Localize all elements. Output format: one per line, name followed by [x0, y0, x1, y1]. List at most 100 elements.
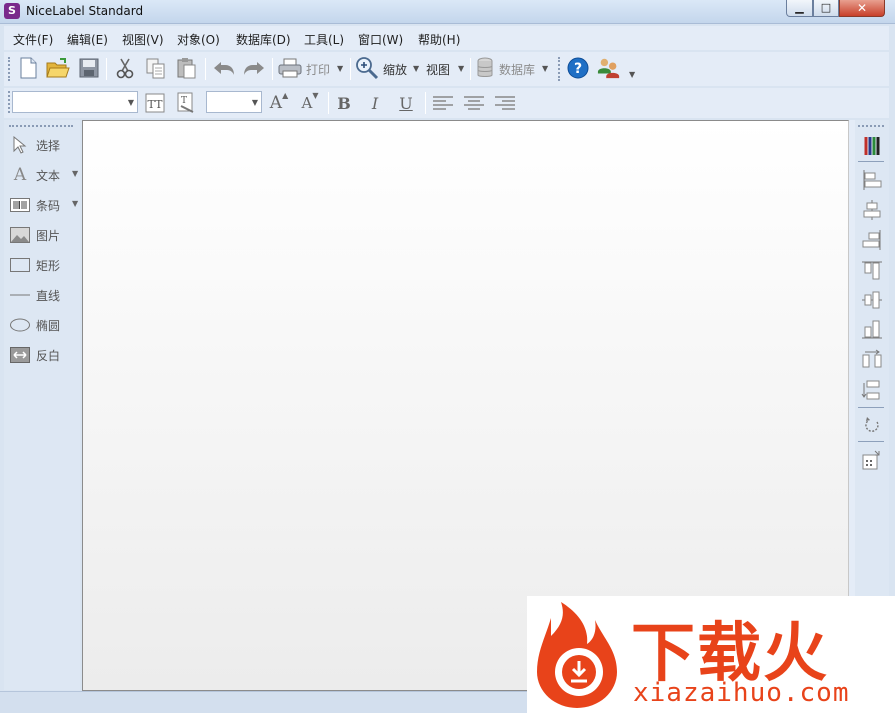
distribute-vertical-button[interactable] [859, 377, 885, 403]
pointer-icon [10, 136, 30, 154]
tool-label: 椭圆 [36, 319, 61, 333]
shrink-font-icon: A [301, 94, 313, 112]
zoom-button[interactable] [355, 56, 379, 80]
print-label[interactable]: 打印 [306, 61, 330, 78]
text-frame-button[interactable]: TT [143, 91, 167, 115]
align-bottom-edges-icon [862, 320, 882, 339]
align-right-edges-button[interactable] [859, 227, 885, 253]
tool-label: 矩形 [36, 259, 61, 273]
tool-text[interactable]: A 文本 ▼ [10, 164, 80, 186]
rotate-button[interactable] [859, 413, 885, 439]
rotate-icon [865, 417, 879, 432]
toolbar-grip[interactable] [8, 91, 10, 113]
maximize-button[interactable]: □ [813, 0, 839, 17]
align-left-icon [433, 96, 453, 110]
overflow-dropdown-icon[interactable]: ▼ [629, 70, 635, 79]
tool-line[interactable]: 直线 [10, 284, 80, 306]
database-label[interactable]: 数据库 [499, 61, 535, 78]
panel-grip[interactable] [9, 125, 73, 127]
toolbar-separator [205, 58, 206, 80]
italic-icon: I [371, 93, 379, 113]
zoom-dropdown-icon[interactable]: ▼ [413, 64, 419, 73]
toolbar-grip[interactable] [8, 57, 10, 81]
text-style-button[interactable]: T [174, 91, 198, 115]
menu-object[interactable]: 对象(O) [177, 31, 220, 48]
database-dropdown-icon[interactable]: ▼ [542, 64, 548, 73]
chevron-down-icon[interactable]: ▼ [72, 199, 78, 208]
users-button[interactable] [597, 56, 621, 80]
distribute-vertical-icon [861, 380, 880, 400]
database-button[interactable] [473, 56, 497, 80]
align-left-edges-button[interactable] [859, 167, 885, 193]
tool-barcode[interactable]: 条码 ▼ [10, 194, 80, 216]
menu-tools[interactable]: 工具(L) [304, 31, 344, 48]
color-pens-button[interactable] [859, 133, 885, 159]
shrink-font-button[interactable]: A ▼ [298, 91, 322, 115]
align-vertical-center-button[interactable] [859, 287, 885, 313]
menu-edit[interactable]: 编辑(E) [67, 31, 108, 48]
bold-button[interactable]: B [332, 91, 356, 115]
minimize-button[interactable]: ▁ [786, 0, 813, 17]
close-icon: ✕ [856, 1, 868, 15]
font-name-combo[interactable]: ▼ [12, 91, 138, 113]
menu-help[interactable]: 帮助(H) [418, 31, 460, 48]
tool-ellipse[interactable]: 椭圆 [10, 314, 80, 336]
printer-icon [278, 58, 302, 78]
format-toolbar: ▼ TT T ▼ A ▲ A ▼ B I U [4, 88, 889, 118]
grow-font-button[interactable]: A ▲ [267, 91, 291, 115]
toolbar-separator [328, 92, 329, 114]
font-size-combo[interactable]: ▼ [206, 91, 262, 113]
new-file-icon [20, 57, 37, 79]
underline-icon: U [399, 93, 413, 113]
align-left-button[interactable] [431, 91, 455, 115]
tool-inverse[interactable]: 反白 [10, 344, 80, 366]
chevron-down-icon[interactable]: ▼ [72, 169, 78, 178]
align-bottom-edges-button[interactable] [859, 317, 885, 343]
close-button[interactable]: ✕ [839, 0, 885, 17]
cut-button[interactable] [113, 56, 137, 80]
print-button[interactable] [278, 56, 302, 80]
align-center-button[interactable] [462, 91, 486, 115]
open-folder-icon [46, 58, 70, 78]
panel-separator [858, 441, 884, 442]
menu-file[interactable]: 文件(F) [13, 31, 53, 48]
undo-button[interactable] [212, 56, 236, 80]
distribute-horizontal-button[interactable] [859, 347, 885, 373]
print-dropdown-icon[interactable]: ▼ [337, 64, 343, 73]
save-button[interactable] [77, 56, 101, 80]
italic-button[interactable]: I [363, 91, 387, 115]
toolbar-grip[interactable] [558, 57, 560, 81]
help-button[interactable]: ? [566, 56, 590, 80]
help-icon: ? [567, 57, 589, 79]
menu-database[interactable]: 数据库(D) [236, 31, 291, 48]
copy-icon [146, 58, 165, 79]
align-right-button[interactable] [493, 91, 517, 115]
view-label[interactable]: 视图 [426, 61, 450, 78]
underline-button[interactable]: U [394, 91, 418, 115]
align-horizontal-center-button[interactable] [859, 197, 885, 223]
new-file-button[interactable] [16, 56, 40, 80]
paste-button[interactable] [175, 56, 199, 80]
align-top-edges-button[interactable] [859, 257, 885, 283]
redo-button[interactable] [242, 56, 266, 80]
menu-window[interactable]: 窗口(W) [358, 31, 403, 48]
toolbar-separator [425, 92, 426, 114]
tool-label: 反白 [36, 349, 61, 363]
view-dropdown-icon[interactable]: ▼ [458, 64, 464, 73]
open-button[interactable] [46, 56, 70, 80]
tool-select[interactable]: 选择 [10, 134, 80, 156]
bold-icon: B [337, 93, 351, 113]
tool-rectangle[interactable]: 矩形 [10, 254, 80, 276]
panel-separator [858, 161, 884, 162]
copy-button[interactable] [144, 56, 168, 80]
tool-picture[interactable]: 图片 [10, 224, 80, 246]
object-properties-button[interactable] [859, 447, 885, 473]
watermark-overlay: 下载火 xiazaihuo.com [527, 596, 895, 713]
zoom-label[interactable]: 缩放 [383, 61, 407, 78]
menu-view[interactable]: 视图(V) [122, 31, 164, 48]
text-style-icon: T [177, 92, 194, 113]
undo-icon [214, 62, 234, 75]
panel-grip[interactable] [858, 125, 884, 127]
ellipse-icon [10, 316, 30, 334]
rectangle-icon [10, 256, 30, 274]
